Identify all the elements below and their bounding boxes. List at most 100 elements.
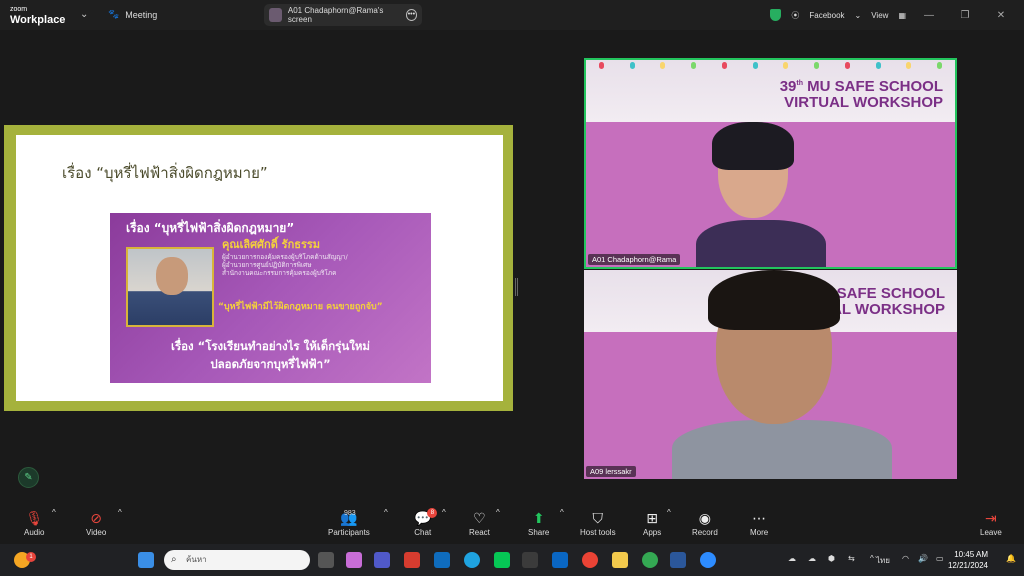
- store-icon[interactable]: [522, 552, 538, 568]
- close-button[interactable]: ✕: [988, 10, 1014, 21]
- shield-icon: ⛉: [592, 510, 604, 526]
- video-button[interactable]: ⊘ Video: [86, 508, 106, 537]
- annotate-pencil-icon[interactable]: ✎: [18, 467, 39, 488]
- speaker-card: เรื่อง “บุหรี่ไฟฟ้าสิ่งผิดกฎหมาย” คุณเลิ…: [110, 213, 431, 383]
- audio-label: Audio: [24, 528, 45, 537]
- participants-count: 983: [344, 510, 356, 517]
- participants-button[interactable]: 👥 983 Participants: [328, 508, 370, 537]
- onedrive-icon[interactable]: ☁: [808, 554, 816, 563]
- copilot-icon[interactable]: [346, 552, 362, 568]
- network-tray-icon[interactable]: ⇆: [848, 554, 855, 563]
- facebook-live-label[interactable]: Facebook: [809, 11, 844, 20]
- video-tile[interactable]: MU SAFE SCHOOL VIRTUAL WORKSHOP A09 lerss…: [584, 270, 957, 479]
- video-tile[interactable]: 39th MU SAFE SCHOOL VIRTUAL WORKSHOP A01 …: [584, 58, 957, 269]
- task-view-icon[interactable]: [318, 552, 334, 568]
- cloud-icon[interactable]: ☁: [788, 554, 796, 563]
- presentation-slide: เรื่อง “บุหรี่ไฟฟ้าสิ่งผิดกฎหมาย” เรื่อง…: [16, 135, 503, 401]
- search-placeholder: ค้นหา: [186, 555, 207, 564]
- teams-icon[interactable]: [374, 552, 390, 568]
- word-icon[interactable]: [670, 552, 686, 568]
- audio-button[interactable]: 🎙 Audio: [24, 508, 44, 537]
- title-bar: zoom Workplace ⌄ 🐾 Meeting A01 Chadaphor…: [0, 0, 1024, 30]
- battery-icon[interactable]: ▭: [936, 554, 944, 563]
- host-tools-label: Host tools: [580, 528, 616, 537]
- notifications-icon[interactable]: 🔔: [1006, 554, 1016, 563]
- volume-icon[interactable]: 🔊: [918, 554, 928, 563]
- string-lights: [586, 62, 955, 72]
- view-button[interactable]: View: [871, 11, 888, 20]
- encryption-shield-icon[interactable]: [770, 9, 782, 21]
- panel-resize-handle[interactable]: [515, 278, 518, 296]
- line-icon[interactable]: [494, 552, 510, 568]
- slide-title: เรื่อง “บุหรี่ไฟฟ้าสิ่งผิดกฎหมาย”: [62, 164, 268, 182]
- share-button[interactable]: ⬆ Share: [528, 508, 549, 537]
- microphone-muted-icon: 🎙: [25, 510, 44, 526]
- file-explorer-icon[interactable]: [612, 552, 628, 568]
- host-tools-button[interactable]: ⛉ Host tools: [580, 508, 616, 537]
- app-icon[interactable]: [552, 552, 568, 568]
- zoom-icon[interactable]: [700, 552, 716, 568]
- record-label: Record: [692, 528, 718, 537]
- chevron-up-icon[interactable]: ^: [870, 554, 874, 563]
- paw-icon: 🐾: [108, 9, 120, 19]
- chevron-down-icon[interactable]: ⌄: [80, 9, 88, 20]
- apps-button[interactable]: ⊞ Apps: [643, 508, 661, 537]
- role-line: ผู้อำนวยการศูนย์ปฏิบัติการพิเศษ: [222, 261, 312, 269]
- chevron-up-icon[interactable]: ^: [384, 508, 388, 517]
- app-icon[interactable]: [404, 552, 420, 568]
- chevron-up-icon[interactable]: ^: [442, 508, 446, 517]
- chrome-icon[interactable]: [642, 552, 658, 568]
- outlook-icon[interactable]: [434, 552, 450, 568]
- chevron-up-icon[interactable]: ^: [118, 508, 122, 517]
- edge-icon[interactable]: [464, 552, 480, 568]
- share-screen-icon: ⬆: [532, 510, 545, 526]
- card-subtitle: เรื่อง “โรงเรียนทำอย่างไร ให้เด็กรุ่นใหม…: [110, 337, 431, 373]
- camera-off-icon: ⊘: [90, 510, 103, 526]
- participant-name: A01 Chadaphorn@Rama: [588, 254, 681, 265]
- minimize-button[interactable]: —: [916, 10, 942, 21]
- apps-icon: ⊞: [646, 510, 658, 526]
- start-icon[interactable]: [138, 552, 154, 568]
- meeting-info-button[interactable]: 🐾 Meeting: [108, 9, 157, 20]
- speaker-quote: “บุหรี่ไฟฟ้ามีไว้ผิดกฎหมาย คนขายถูกจับ”: [218, 302, 383, 312]
- banner-text: 39th MU SAFE SCHOOL VIRTUAL WORKSHOP: [779, 78, 943, 111]
- leave-button[interactable]: ⇥ Leave: [980, 508, 1002, 537]
- share-label: Share: [528, 528, 550, 537]
- chat-icon: 💬 8: [414, 508, 438, 528]
- more-button[interactable]: ⋯ More: [750, 508, 768, 537]
- search-box[interactable]: ⌕ ค้นหา: [164, 550, 310, 570]
- workshop-banner: 39th MU SAFE SCHOOL VIRTUAL WORKSHOP: [586, 60, 955, 122]
- grid-view-icon[interactable]: ▦: [898, 11, 906, 20]
- app-logo[interactable]: zoom Workplace: [10, 5, 66, 26]
- app-tray-icon[interactable]: ⬢: [828, 554, 835, 563]
- chevron-up-icon[interactable]: ^: [496, 508, 500, 517]
- record-icon: ◉: [698, 510, 711, 526]
- chevron-up-icon[interactable]: ^: [667, 508, 671, 517]
- meeting-toolbar: 🎙 Audio ^ ⊘ Video ^ 👥 983 Participants ^…: [0, 505, 1024, 543]
- share-label: A01 Chadaphorn@Rama's screen: [287, 6, 384, 24]
- leave-icon: ⇥: [985, 510, 997, 526]
- time: 10:45 AM: [954, 550, 988, 559]
- chevron-up-icon[interactable]: ^: [560, 508, 564, 517]
- clock[interactable]: 10:45 AM 12/21/2024: [948, 549, 988, 571]
- date: 12/21/2024: [947, 561, 988, 570]
- chat-badge: 8: [427, 508, 438, 518]
- chevron-up-icon[interactable]: ^: [52, 508, 56, 517]
- react-label: React: [469, 528, 490, 537]
- speaker-role: ผู้อำนวยการกองคุ้มครองผู้บริโภคด้านสัญญา…: [222, 253, 348, 277]
- chat-button[interactable]: 💬 8 Chat: [414, 508, 438, 537]
- chevron-down-icon[interactable]: ⌄: [855, 11, 862, 20]
- brand-bottom: Workplace: [10, 14, 66, 26]
- chrome-icon[interactable]: [582, 552, 598, 568]
- react-button[interactable]: ♡ React: [469, 508, 490, 537]
- wifi-icon[interactable]: ◠: [902, 554, 909, 563]
- language-indicator[interactable]: ไทย: [876, 554, 890, 567]
- participants-label: Participants: [328, 528, 370, 537]
- taskbar: 1 ⌕ ค้นหา ☁ ☁ ⬢ ⇆ ^ ไทย ◠ 🔊 ▭ 10:45 AM 1…: [0, 544, 1024, 576]
- video-label: Video: [86, 528, 107, 537]
- more-options-icon[interactable]: •••: [405, 9, 418, 21]
- weather-widget-icon[interactable]: 1: [14, 552, 36, 568]
- screen-share-indicator[interactable]: A01 Chadaphorn@Rama's screen •••: [264, 4, 422, 26]
- restore-button[interactable]: ❐: [952, 10, 978, 21]
- record-button[interactable]: ◉ Record: [692, 508, 718, 537]
